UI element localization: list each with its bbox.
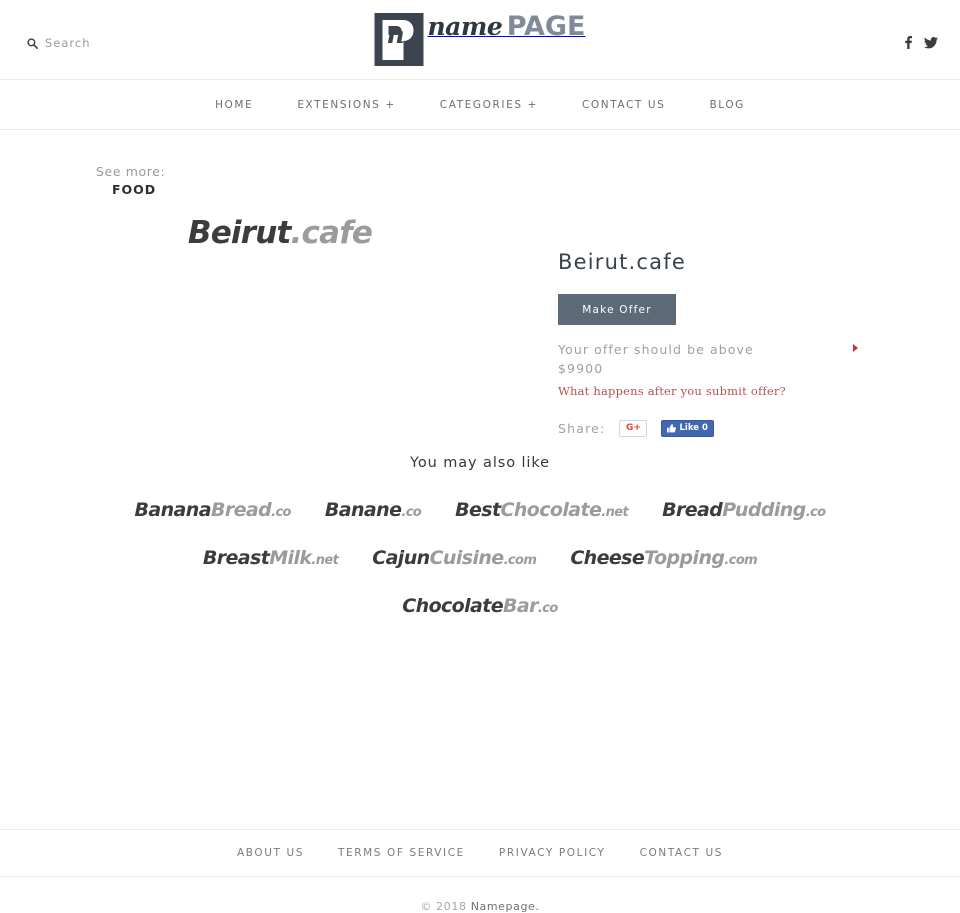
domain-first-part: Cheese xyxy=(570,547,645,569)
logo-mark-letter: n xyxy=(386,20,405,49)
offer-arrow-icon xyxy=(853,344,858,352)
also-like-title: You may also like xyxy=(410,455,550,471)
twitter-icon xyxy=(924,36,938,49)
facebook-like-button[interactable]: Like 0 xyxy=(661,419,714,437)
domain-first-part: Best xyxy=(455,499,501,521)
domain-first-part: Cajun xyxy=(372,547,430,569)
share-row: Share: G+ Like 0 xyxy=(558,419,888,437)
page-title: Beirut.cafe xyxy=(558,250,686,274)
site-logo[interactable]: n name PAGE xyxy=(374,11,586,66)
copyright-prefix: © 2018 xyxy=(420,900,467,913)
offer-info-link[interactable]: What happens after you submit offer? xyxy=(558,384,786,398)
footer-nav: ABOUT US TERMS OF SERVICE PRIVACY POLICY… xyxy=(0,829,960,877)
nav-item-extensions[interactable]: EXTENSIONS + xyxy=(275,99,417,111)
nav-item-categories[interactable]: CATEGORIES + xyxy=(418,99,560,111)
also-like-item[interactable]: BestChocolate.net xyxy=(455,499,629,521)
domain-tld: .co xyxy=(401,505,422,520)
domain-first-part: Banane xyxy=(324,499,402,521)
domain-tld: .com xyxy=(503,553,537,568)
copyright-brand: Namepage. xyxy=(470,900,540,913)
top-bar: Search n name PAGE xyxy=(0,0,960,80)
domain-tld: .net xyxy=(311,553,339,568)
see-more-label: See more: xyxy=(96,164,166,179)
logo-name-text: name xyxy=(427,12,503,41)
also-like-grid: BananaBread.co Banane.co BestChocolate.n… xyxy=(0,499,960,617)
search-label: Search xyxy=(45,36,91,50)
facebook-link[interactable] xyxy=(905,36,912,49)
domain-tld: .net xyxy=(601,505,629,520)
breadcrumb: See more: FOOD xyxy=(96,163,165,199)
make-offer-button[interactable]: Make Offer xyxy=(558,294,676,325)
share-label: Share: xyxy=(558,420,606,436)
domain-second-part: Cuisine xyxy=(429,547,505,569)
also-like-item[interactable]: BreastMilk.net xyxy=(202,547,339,569)
also-like-section: You may also like BananaBread.co Banane.… xyxy=(0,455,960,617)
domain-tld: .co xyxy=(805,505,826,520)
hero-domain-tld: .cafe xyxy=(290,215,373,251)
domain-first-part: Breast xyxy=(202,547,270,569)
facebook-like-label: Like xyxy=(679,422,700,433)
logo-page-text: PAGE xyxy=(506,11,586,42)
domain-tld: .com xyxy=(724,553,758,568)
breadcrumb-category-food[interactable]: FOOD xyxy=(112,181,165,199)
offer-note-text: Your offer should be above $9900 xyxy=(558,342,754,376)
main-nav: HOME EXTENSIONS + CATEGORIES + CONTACT U… xyxy=(0,80,960,130)
domain-second-part: Milk xyxy=(269,547,312,569)
domain-first-part: Bread xyxy=(662,499,723,521)
nav-item-blog[interactable]: BLOG xyxy=(687,99,766,111)
domain-second-part: Pudding xyxy=(722,499,806,521)
hero-domain-logo: Beirut.cafe xyxy=(187,215,373,251)
hero-domain-name: Beirut xyxy=(187,215,291,251)
google-plus-share-button[interactable]: G+ xyxy=(619,419,648,437)
footer-link-about-us[interactable]: ABOUT US xyxy=(220,847,321,859)
also-like-item[interactable]: BreadPudding.co xyxy=(662,499,826,521)
footer-link-contact-us[interactable]: CONTACT US xyxy=(623,847,740,859)
offer-minimum-note: Your offer should be above $9900 xyxy=(558,341,858,379)
also-like-item[interactable]: BananaBread.co xyxy=(134,499,292,521)
footer-link-privacy-policy[interactable]: PRIVACY POLICY xyxy=(482,847,623,859)
also-like-item[interactable]: ChocolateBar.co xyxy=(402,595,558,617)
twitter-link[interactable] xyxy=(924,36,938,49)
also-like-item[interactable]: Banane.co xyxy=(324,499,422,521)
domain-second-part: Chocolate xyxy=(500,499,602,521)
nav-item-contact-us[interactable]: CONTACT US xyxy=(560,99,687,111)
facebook-like-count: 0 xyxy=(702,422,708,433)
main-content: See more: FOOD Beirut.cafe Beirut.cafe M… xyxy=(0,130,960,913)
domain-tld: .co xyxy=(537,601,558,616)
domain-second-part: Bar xyxy=(503,595,538,617)
logo-mark-icon: n xyxy=(374,13,424,66)
search-icon xyxy=(27,37,38,49)
footer-link-terms-of-service[interactable]: TERMS OF SERVICE xyxy=(321,847,482,859)
thumbs-up-icon xyxy=(667,423,677,433)
domain-hero: Beirut.cafe xyxy=(0,215,560,251)
copyright: © 2018 Namepage. xyxy=(0,900,960,913)
domain-second-part: Topping xyxy=(644,547,725,569)
search-button[interactable]: Search xyxy=(27,36,91,50)
also-like-item[interactable]: CajunCuisine.com xyxy=(372,547,537,569)
domain-detail-panel: Beirut.cafe Make Offer Your offer should… xyxy=(558,250,888,437)
nav-item-home[interactable]: HOME xyxy=(193,99,275,111)
domain-first-part: Chocolate xyxy=(402,595,504,617)
domain-tld: .co xyxy=(271,505,291,520)
also-like-item[interactable]: CheeseTopping.com xyxy=(570,547,757,569)
domain-second-part: Bread xyxy=(210,499,272,521)
nav-list: HOME EXTENSIONS + CATEGORIES + CONTACT U… xyxy=(193,99,767,111)
domain-first-part: Banana xyxy=(134,499,212,521)
facebook-icon xyxy=(905,36,912,49)
social-links xyxy=(905,36,938,49)
